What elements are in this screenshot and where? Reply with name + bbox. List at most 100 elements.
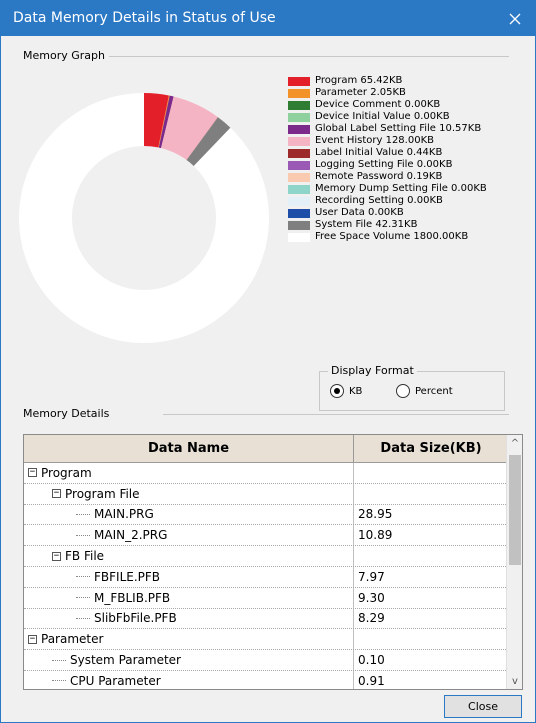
- table-row[interactable]: − Parameter: [24, 629, 508, 651]
- legend-label: Memory Dump Setting File 0.00KB: [315, 183, 487, 194]
- collapse-icon[interactable]: −: [28, 634, 37, 644]
- tree-branch-line: [52, 659, 66, 661]
- tree-branch-line: [76, 597, 90, 599]
- legend-label: Program 65.42KB: [315, 75, 403, 86]
- close-icon[interactable]: [495, 1, 535, 36]
- legend-swatch: [288, 149, 310, 158]
- legend-swatch: [288, 137, 310, 146]
- legend-item: Remote Password 0.19KB: [288, 172, 518, 182]
- radio-kb-label: KB: [349, 385, 363, 397]
- table-row[interactable]: − Program: [24, 463, 508, 484]
- legend-label: Parameter 2.05KB: [315, 87, 406, 98]
- data-size-cell: 9.30: [358, 590, 385, 605]
- tree-cell: FBFILE.PFB: [24, 566, 354, 587]
- tree-node-label: System Parameter: [70, 653, 181, 668]
- legend-item: Device Initial Value 0.00KB: [288, 112, 518, 122]
- legend-swatch: [288, 125, 310, 134]
- legend-label: Recording Setting 0.00KB: [315, 195, 443, 206]
- table-row[interactable]: System Parameter 0.10: [24, 650, 508, 671]
- tree-branch-line: [76, 513, 90, 515]
- data-size-cell: 7.97: [358, 569, 385, 584]
- tree-node-label: Parameter: [41, 632, 104, 647]
- legend-label: Remote Password 0.19KB: [315, 171, 443, 182]
- tree-node-label: MAIN_2.PRG: [94, 528, 168, 543]
- tree-branch-line: [76, 617, 90, 619]
- tree-node-label: SlibFbFile.PFB: [94, 611, 177, 626]
- display-format-label: Display Format: [328, 364, 417, 377]
- memory-details-group-label: Memory Details: [23, 407, 110, 420]
- table-row[interactable]: M_FBLIB.PFB 9.30: [24, 587, 508, 609]
- legend-label: Device Comment 0.00KB: [315, 99, 441, 110]
- legend-item: System File 42.31KB: [288, 220, 518, 230]
- tree-cell: M_FBLIB.PFB: [24, 587, 354, 608]
- data-size-cell: 0.91: [358, 673, 385, 688]
- legend-item: Device Comment 0.00KB: [288, 100, 518, 110]
- radio-kb[interactable]: KB: [330, 384, 362, 398]
- tree-cell: MAIN.PRG: [24, 504, 354, 525]
- legend-item: Parameter 2.05KB: [288, 88, 518, 98]
- scroll-up-arrow-icon[interactable]: ^: [507, 435, 522, 451]
- legend-item: Event History 128.00KB: [288, 136, 518, 146]
- collapse-icon[interactable]: −: [52, 489, 61, 499]
- radio-percent[interactable]: Percent: [396, 384, 453, 398]
- close-button[interactable]: Close: [444, 695, 522, 718]
- memory-graph-group-label: Memory Graph: [23, 49, 105, 62]
- legend-item: Logging Setting File 0.00KB: [288, 160, 518, 170]
- data-size-cell: 0.10: [358, 653, 385, 668]
- display-format-group: Display Format KB Percent: [319, 364, 505, 411]
- legend-label: Event History 128.00KB: [315, 135, 434, 146]
- table-row[interactable]: − Program File: [24, 483, 508, 505]
- legend-swatch: [288, 89, 310, 98]
- window-title: Data Memory Details in Status of Use: [13, 10, 276, 26]
- legend-label: System File 42.31KB: [315, 219, 418, 230]
- column-header-data-size[interactable]: Data Size(KB): [354, 435, 508, 462]
- tree-node-label: Program: [41, 465, 92, 480]
- tree-branch-line: [52, 680, 66, 682]
- table-row[interactable]: − FB File: [24, 546, 508, 567]
- column-header-data-name[interactable]: Data Name: [24, 435, 354, 462]
- memory-details-dialog: Data Memory Details in Status of Use Mem…: [0, 0, 536, 723]
- tree-node-label: M_FBLIB.PFB: [94, 590, 171, 605]
- legend-swatch: [288, 233, 310, 242]
- table-body: − Program − Program File MAIN.PRG 28.95 MAIN_2…: [24, 463, 508, 689]
- tree-branch-line: [76, 576, 90, 578]
- legend-swatch: [288, 221, 310, 230]
- legend-label: User Data 0.00KB: [315, 207, 404, 218]
- legend-label: Label Initial Value 0.44KB: [315, 147, 443, 158]
- scroll-down-arrow-icon[interactable]: v: [507, 673, 522, 689]
- legend-swatch: [288, 185, 310, 194]
- legend-item: Label Initial Value 0.44KB: [288, 148, 518, 158]
- table-row[interactable]: FBFILE.PFB 7.97: [24, 566, 508, 588]
- memory-details-table[interactable]: Data Name Data Size(KB) − Program − Program…: [23, 434, 523, 690]
- tree-cell: MAIN_2.PRG: [24, 525, 354, 546]
- table-row[interactable]: SlibFbFile.PFB 8.29: [24, 608, 508, 630]
- legend-swatch: [288, 197, 310, 206]
- scrollbar-thumb[interactable]: [509, 455, 521, 565]
- legend-label: Device Initial Value 0.00KB: [315, 111, 450, 122]
- legend-item: Memory Dump Setting File 0.00KB: [288, 184, 518, 194]
- collapse-icon[interactable]: −: [52, 551, 61, 561]
- legend-item: User Data 0.00KB: [288, 208, 518, 218]
- tree-cell: SlibFbFile.PFB: [24, 608, 354, 629]
- data-size-cell: [354, 629, 508, 649]
- tree-node-label: CPU Parameter: [70, 673, 161, 688]
- tree-cell: − Program File: [24, 483, 354, 504]
- memory-donut-chart: [19, 93, 269, 343]
- legend-swatch: [288, 173, 310, 182]
- memory-graph-divider: [109, 56, 509, 57]
- data-size-cell: 28.95: [358, 507, 393, 522]
- radio-percent-circle[interactable]: [396, 384, 410, 398]
- legend-label: Logging Setting File 0.00KB: [315, 159, 453, 170]
- data-size-cell: [354, 546, 508, 566]
- radio-kb-circle[interactable]: [330, 384, 344, 398]
- collapse-icon[interactable]: −: [28, 468, 37, 478]
- table-row[interactable]: CPU Parameter 0.91: [24, 670, 508, 689]
- legend-label: Global Label Setting File 10.57KB: [315, 123, 482, 134]
- table-row[interactable]: MAIN.PRG 28.95: [24, 504, 508, 526]
- vertical-scrollbar[interactable]: ^ v: [506, 435, 522, 689]
- legend-item: Recording Setting 0.00KB: [288, 196, 518, 206]
- title-bar: Data Memory Details in Status of Use: [1, 1, 535, 36]
- legend-swatch: [288, 161, 310, 170]
- table-row[interactable]: MAIN_2.PRG 10.89: [24, 525, 508, 547]
- data-size-cell: [354, 484, 508, 504]
